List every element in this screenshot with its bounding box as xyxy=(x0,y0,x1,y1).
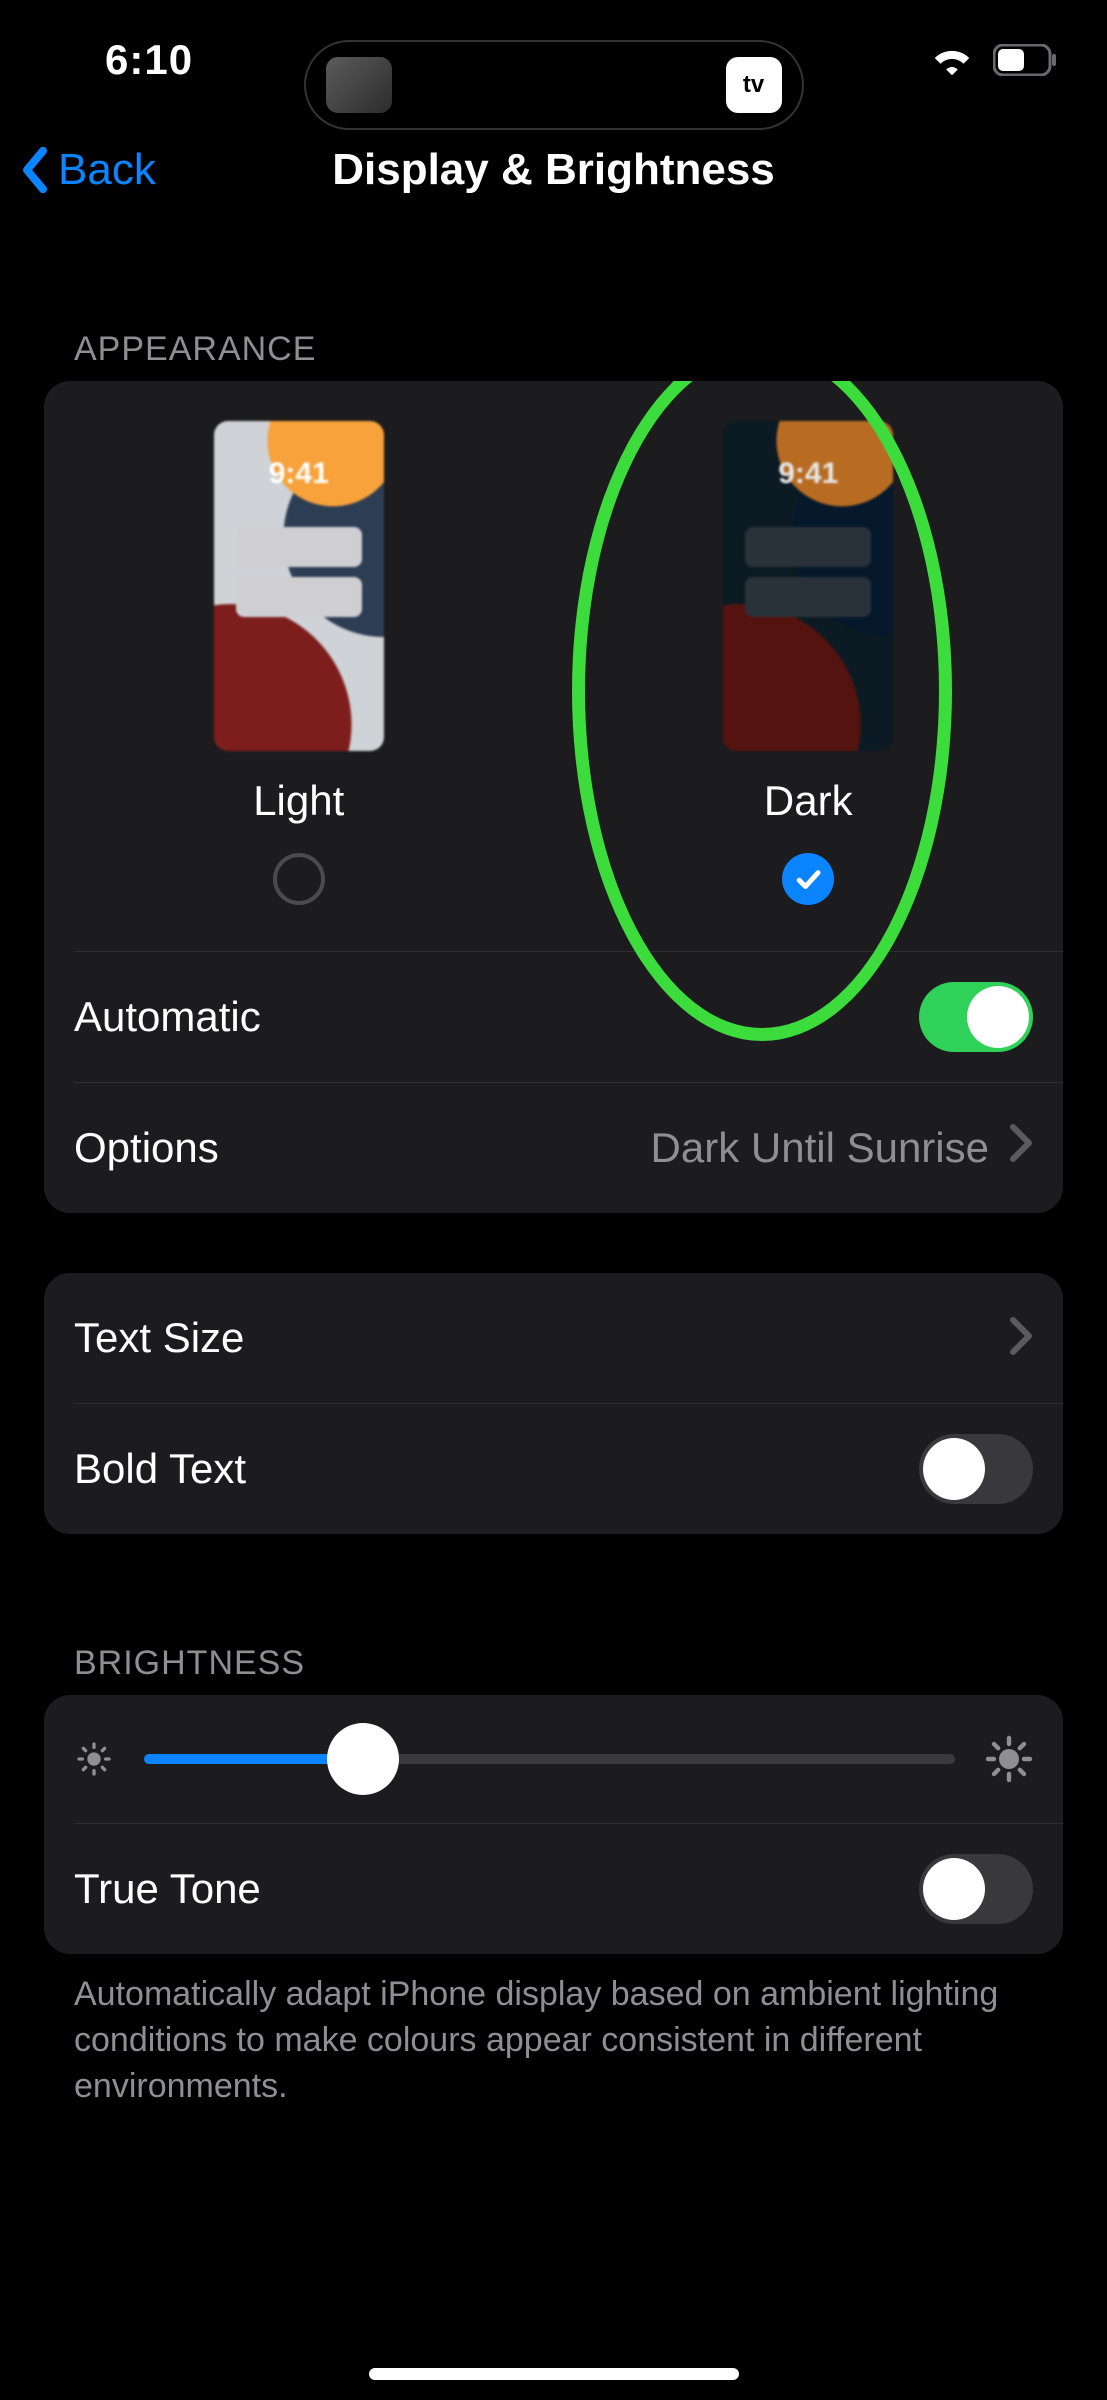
brightness-slider-thumb[interactable] xyxy=(327,1723,399,1795)
brightness-slider[interactable] xyxy=(144,1754,955,1764)
navigation-bar: Back Display & Brightness xyxy=(0,120,1107,220)
dynamic-island[interactable]: tv xyxy=(304,40,804,130)
appearance-option-light[interactable]: 9:41 Light xyxy=(44,381,554,951)
text-group: Text Size Bold Text xyxy=(44,1273,1063,1534)
battery-icon xyxy=(993,44,1057,76)
brightness-low-icon xyxy=(74,1739,114,1779)
appearance-preview-dark: 9:41 xyxy=(723,421,893,751)
preview-clock-dark: 9:41 xyxy=(723,457,893,491)
row-text-size[interactable]: Text Size xyxy=(44,1273,1063,1403)
radio-light[interactable] xyxy=(273,853,325,905)
row-true-tone[interactable]: True Tone xyxy=(44,1824,1063,1954)
preview-widgets-dark xyxy=(745,527,871,617)
toggle-automatic[interactable] xyxy=(919,982,1033,1052)
back-button[interactable]: Back xyxy=(20,145,156,195)
preview-clock-light: 9:41 xyxy=(214,457,384,491)
appearance-preview-light: 9:41 xyxy=(214,421,384,751)
section-footer-brightness: Automatically adapt iPhone display based… xyxy=(44,1954,1063,2110)
section-header-brightness: BRIGHTNESS xyxy=(44,1644,1063,1683)
status-time: 6:10 xyxy=(105,36,193,84)
row-brightness-slider xyxy=(44,1695,1063,1823)
row-label-true-tone: True Tone xyxy=(74,1865,261,1913)
preview-widgets-light xyxy=(236,527,362,617)
row-label-bold-text: Bold Text xyxy=(74,1445,246,1493)
toggle-true-tone[interactable] xyxy=(919,1854,1033,1924)
brightness-high-icon xyxy=(985,1735,1033,1783)
row-bold-text[interactable]: Bold Text xyxy=(44,1404,1063,1534)
checkmark-icon xyxy=(793,864,823,894)
page-title: Display & Brightness xyxy=(0,145,1107,195)
row-options[interactable]: Options Dark Until Sunrise xyxy=(44,1083,1063,1213)
appearance-options-row: 9:41 Light 9:41 Dark xyxy=(44,381,1063,951)
radio-dark[interactable] xyxy=(782,853,834,905)
chevron-right-icon xyxy=(1009,1316,1033,1361)
row-label-automatic: Automatic xyxy=(74,993,261,1041)
apple-tv-icon: tv xyxy=(726,57,782,113)
toggle-bold-text[interactable] xyxy=(919,1434,1033,1504)
row-automatic[interactable]: Automatic xyxy=(44,952,1063,1082)
brightness-group: True Tone xyxy=(44,1695,1063,1954)
wifi-icon xyxy=(929,40,975,81)
row-label-options: Options xyxy=(74,1124,219,1172)
island-media-thumbnail xyxy=(326,57,392,113)
home-indicator[interactable] xyxy=(369,2368,739,2380)
section-header-appearance: APPEARANCE xyxy=(44,330,1063,369)
appearance-label-light: Light xyxy=(253,777,344,825)
status-bar: 6:10 tv xyxy=(0,0,1107,120)
chevron-right-icon xyxy=(1009,1123,1033,1173)
back-label: Back xyxy=(58,145,156,195)
appearance-label-dark: Dark xyxy=(764,777,853,825)
appearance-group: 9:41 Light 9:41 Dark Automa xyxy=(44,381,1063,1213)
chevron-left-icon xyxy=(20,146,50,194)
appearance-option-dark[interactable]: 9:41 Dark xyxy=(554,381,1064,951)
row-label-text-size: Text Size xyxy=(74,1314,244,1362)
row-value-options: Dark Until Sunrise xyxy=(651,1123,1033,1173)
status-icons xyxy=(929,40,1057,81)
